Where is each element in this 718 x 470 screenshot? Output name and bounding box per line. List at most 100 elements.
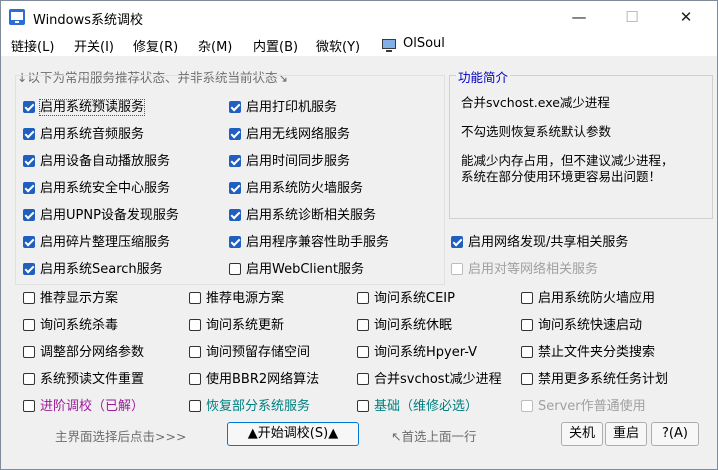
option-checkbox[interactable]: 启用碎片整理压缩服务 [23, 231, 171, 250]
option-label: 启用系统防火墙服务 [246, 181, 364, 196]
checkbox-checked-icon[interactable] [23, 209, 35, 221]
checkbox-unchecked-icon[interactable] [23, 400, 35, 412]
option-checkbox[interactable]: 使用BBR2网络算法 [189, 368, 319, 387]
shutdown-button[interactable]: 关机 [561, 422, 603, 446]
option-checkbox[interactable]: 询问预留存储空间 [189, 341, 311, 360]
title-bar[interactable]: Windows系统调校 — ☐ ✕ [1, 1, 717, 34]
checkbox-unchecked-icon[interactable] [357, 373, 369, 385]
checkbox-unchecked-icon[interactable] [357, 400, 369, 412]
option-checkbox[interactable]: 启用系统防火墙应用 [521, 287, 655, 306]
checkbox-unchecked-icon[interactable] [189, 400, 201, 412]
checkbox-unchecked-icon[interactable] [357, 346, 369, 358]
menu-link[interactable]: 链接(L) [11, 36, 54, 55]
option-checkbox[interactable]: 进阶调校（已解） [23, 395, 144, 414]
option-checkbox[interactable]: 禁用更多系统任务计划 [521, 368, 668, 387]
option-label: 询问预留存储空间 [206, 345, 311, 360]
option-checkbox[interactable]: 推荐显示方案 [23, 287, 118, 306]
option-checkbox[interactable]: 询问系统Hpyer-V [357, 341, 477, 360]
checkbox-unchecked-icon[interactable] [521, 319, 533, 331]
option-label: 启用系统预读服务 [38, 99, 146, 116]
checkbox-unchecked-icon[interactable] [23, 346, 35, 358]
option-checkbox[interactable]: 启用UPNP设备发现服务 [23, 204, 179, 223]
checkbox-unchecked-icon[interactable] [521, 292, 533, 304]
checkbox-checked-icon[interactable] [229, 101, 241, 113]
checkbox-unchecked-icon[interactable] [189, 319, 201, 331]
feature-line: 合并svchost.exe减少进程 [461, 95, 610, 110]
checkbox-checked-icon[interactable] [229, 182, 241, 194]
option-checkbox[interactable]: 启用系统预读服务 [23, 96, 146, 116]
option-checkbox[interactable]: 询问系统休眠 [357, 314, 452, 333]
help-button[interactable]: ?(A) [651, 422, 699, 446]
option-label: 启用网络发现/共享相关服务 [468, 235, 629, 250]
option-checkbox[interactable]: 启用打印机服务 [229, 96, 337, 115]
option-checkbox[interactable]: 系统预读文件重置 [23, 368, 145, 387]
checkbox-unchecked-icon[interactable] [451, 263, 463, 275]
feature-line: 系统在部分使用环境更容易出问题！ [461, 169, 662, 184]
checkbox-checked-icon[interactable] [229, 155, 241, 167]
checkbox-unchecked-icon[interactable] [189, 346, 201, 358]
option-checkbox[interactable]: 启用设备自动播放服务 [23, 150, 170, 169]
checkbox-unchecked-icon[interactable] [23, 319, 35, 331]
option-checkbox[interactable]: 启用程序兼容性助手服务 [229, 231, 389, 250]
checkbox-checked-icon[interactable] [23, 101, 35, 113]
option-checkbox[interactable]: 禁止文件夹分类搜索 [521, 341, 655, 360]
start-hint: 主界面选择后点击>>> [55, 429, 187, 444]
checkbox-checked-icon[interactable] [229, 128, 241, 140]
menu-repair[interactable]: 修复(R) [133, 36, 178, 55]
first-row-hint: ↖首选上面一行 [391, 429, 477, 444]
option-checkbox[interactable]: 启用系统音频服务 [23, 123, 144, 142]
option-label: 启用WebClient服务 [246, 262, 364, 277]
checkbox-checked-icon[interactable] [451, 236, 463, 248]
option-checkbox[interactable]: 恢复部分系统服务 [189, 395, 310, 414]
features-title: 功能简介 [456, 67, 511, 86]
option-checkbox[interactable]: 询问系统CEIP [357, 287, 455, 306]
option-checkbox[interactable]: 合并svchost减少进程 [357, 368, 502, 387]
checkbox-unchecked-icon[interactable] [521, 373, 533, 385]
start-tuning-button[interactable]: ▲开始调校(S)▲ [227, 422, 359, 446]
checkbox-checked-icon[interactable] [23, 263, 35, 275]
checkbox-checked-icon[interactable] [23, 128, 35, 140]
option-checkbox[interactable]: 询问系统杀毒 [23, 314, 118, 333]
option-checkbox[interactable]: 询问系统更新 [189, 314, 285, 333]
menu-microsoft[interactable]: 微软(Y) [316, 36, 360, 55]
checkbox-checked-icon[interactable] [229, 236, 241, 248]
option-checkbox[interactable]: 启用系统诊断相关服务 [229, 204, 376, 223]
menu-builtin[interactable]: 内置(B) [253, 36, 298, 55]
checkbox-unchecked-icon[interactable] [229, 263, 241, 275]
option-checkbox[interactable]: 推荐电源方案 [189, 287, 284, 306]
option-checkbox[interactable]: 启用系统防火墙服务 [229, 177, 364, 196]
checkbox-checked-icon[interactable] [23, 236, 35, 248]
menu-misc[interactable]: 杂(M) [198, 36, 232, 55]
checkbox-unchecked-icon[interactable] [189, 373, 201, 385]
checkbox-unchecked-icon[interactable] [521, 346, 533, 358]
option-checkbox[interactable]: 启用系统安全中心服务 [23, 177, 170, 196]
checkbox-checked-icon[interactable] [23, 155, 35, 167]
checkbox-unchecked-icon[interactable] [357, 292, 369, 304]
checkbox-unchecked-icon[interactable] [521, 400, 533, 412]
option-checkbox[interactable]: 启用时间同步服务 [229, 150, 350, 169]
restart-button[interactable]: 重启 [605, 422, 647, 446]
option-label: 询问系统更新 [206, 318, 285, 333]
close-button[interactable]: ✕ [663, 1, 709, 34]
checkbox-unchecked-icon[interactable] [189, 292, 201, 304]
option-checkbox[interactable]: 基础（维修必选） [357, 395, 478, 414]
minimize-button[interactable]: — [556, 1, 602, 34]
feature-line: 不勾选则恢复系统默认参数 [461, 124, 612, 139]
checkbox-checked-icon[interactable] [229, 209, 241, 221]
option-label: 合并svchost减少进程 [374, 372, 502, 387]
menu-switch[interactable]: 开关(I) [74, 36, 114, 55]
checkbox-unchecked-icon[interactable] [357, 319, 369, 331]
maximize-button[interactable]: ☐ [609, 1, 655, 34]
option-checkbox[interactable]: 调整部分网络参数 [23, 341, 144, 360]
checkbox-unchecked-icon[interactable] [23, 292, 35, 304]
option-checkbox[interactable]: 启用无线网络服务 [229, 123, 350, 142]
checkbox-checked-icon[interactable] [23, 182, 35, 194]
option-label: 启用碎片整理压缩服务 [40, 235, 171, 250]
option-checkbox[interactable]: 启用网络发现/共享相关服务 [451, 231, 629, 250]
option-checkbox[interactable]: 询问系统快速启动 [521, 314, 642, 333]
checkbox-unchecked-icon[interactable] [23, 373, 35, 385]
option-checkbox[interactable]: 启用WebClient服务 [229, 258, 364, 277]
olsoul-menu[interactable]: OlSoul [403, 36, 445, 51]
option-checkbox[interactable]: 启用系统Search服务 [23, 258, 163, 277]
option-label: 系统预读文件重置 [40, 372, 145, 387]
